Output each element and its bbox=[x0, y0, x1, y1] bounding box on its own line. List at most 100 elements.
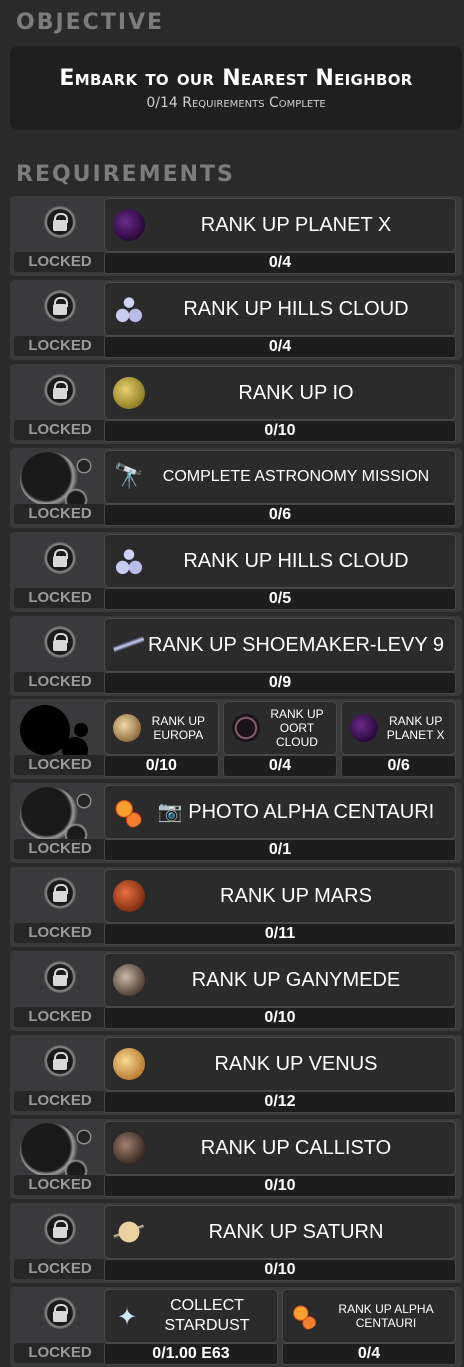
locked-indicator: LOCKED bbox=[14, 282, 106, 358]
requirement-card[interactable]: RANK UP SATURN 0/10 bbox=[104, 1204, 456, 1281]
requirement-row: LOCKED RANK UP MARS 0/11 bbox=[10, 867, 462, 948]
requirement-row: LOCKED RANK UP PLANET X 0/4 bbox=[10, 196, 462, 276]
requirement-card-body[interactable]: RANK UP MARS bbox=[104, 869, 456, 924]
requirement-card[interactable]: RANK UP SHOEMAKER-LEVY 9 0/9 bbox=[104, 617, 456, 694]
requirement-card-body[interactable]: RANK UP EUROPA bbox=[104, 701, 219, 756]
requirement-card-body[interactable]: RANK UP OORT CLOUD bbox=[222, 701, 338, 756]
requirement-label: RANK UP HILLS CLOUD bbox=[183, 549, 409, 572]
lock-icon bbox=[44, 1045, 76, 1077]
venus-icon bbox=[113, 1048, 145, 1080]
requirement-progress: 0/6 bbox=[341, 755, 456, 778]
objective-panel: Embark to our Nearest Neighbor 0/14 Requ… bbox=[10, 46, 462, 130]
requirement-row: LOCKED RANK UP CALLISTO 0/10 bbox=[10, 1118, 462, 1199]
io-icon bbox=[113, 376, 145, 409]
comet-icon bbox=[113, 628, 145, 661]
lock-icon bbox=[44, 206, 76, 238]
locked-indicator: LOCKED bbox=[14, 1205, 106, 1281]
requirement-progress: 0/1.00 E63 bbox=[104, 1342, 278, 1365]
requirement-card-body[interactable]: RANK UP PLANET X bbox=[341, 701, 456, 756]
locked-label: LOCKED bbox=[14, 1007, 106, 1028]
ganymede-icon bbox=[113, 964, 145, 997]
requirement-progress: 0/10 bbox=[104, 1174, 456, 1197]
requirement-label: RANK UP CALLISTO bbox=[200, 1136, 392, 1159]
requirement-row: LOCKED RANK UP EUROPA 0/10 RANK UP OORT CLO… bbox=[10, 699, 462, 780]
objective-progress: 0/14 Requirements Complete bbox=[146, 95, 326, 111]
requirement-card-body[interactable]: RANK UP HILLS CLOUD bbox=[104, 533, 456, 588]
objective-title: Embark to our Nearest Neighbor bbox=[59, 66, 413, 91]
requirement-card-body[interactable]: RANK UP SHOEMAKER-LEVY 9 bbox=[104, 617, 456, 672]
requirement-progress: 0/1 bbox=[104, 839, 456, 862]
requirement-card-body[interactable]: 🔭 COMPLETE ASTRONOMY MISSION bbox=[104, 449, 456, 504]
locked-indicator: LOCKED bbox=[14, 450, 106, 526]
requirement-card[interactable]: RANK UP OORT CLOUD 0/4 bbox=[222, 701, 338, 778]
locked-label: LOCKED bbox=[14, 1342, 106, 1363]
requirement-card-body[interactable]: 📷 PHOTO ALPHA CENTAURI bbox=[104, 785, 456, 840]
locked-indicator: LOCKED bbox=[14, 869, 106, 945]
lock-icon bbox=[44, 1212, 76, 1245]
locked-indicator: LOCKED bbox=[14, 953, 106, 1029]
requirement-card[interactable]: 📷 PHOTO ALPHA CENTAURI 0/1 bbox=[104, 785, 456, 862]
requirement-card[interactable]: RANK UP GANYMEDE 0/10 bbox=[104, 953, 456, 1030]
stardust-icon: ✦ bbox=[116, 1303, 138, 1331]
locked-indicator: LOCKED bbox=[14, 785, 106, 861]
requirement-progress: 0/10 bbox=[104, 1258, 456, 1281]
callisto-icon bbox=[113, 1131, 145, 1164]
requirement-card[interactable]: RANK UP ALPHA CENTAURI 0/4 bbox=[282, 1288, 456, 1365]
requirement-card[interactable]: RANK UP VENUS 0/12 bbox=[104, 1037, 456, 1113]
locked-indicator: LOCKED bbox=[14, 198, 106, 274]
locked-label: LOCKED bbox=[14, 503, 106, 524]
requirement-label: COMPLETE ASTRONOMY MISSION bbox=[162, 467, 430, 485]
requirement-progress: 0/5 bbox=[104, 587, 456, 610]
locked-label: LOCKED bbox=[14, 335, 106, 356]
requirement-card-body[interactable]: RANK UP HILLS CLOUD bbox=[104, 281, 456, 336]
requirement-card-body[interactable]: RANK UP VENUS bbox=[104, 1037, 456, 1091]
requirement-progress: 0/4 bbox=[222, 755, 338, 778]
lock-icon bbox=[44, 877, 76, 910]
requirement-progress: 0/10 bbox=[104, 419, 456, 442]
requirement-label: RANK UP EUROPA bbox=[151, 714, 205, 743]
requirement-card[interactable]: RANK UP EUROPA 0/10 bbox=[104, 701, 219, 778]
requirement-card-body[interactable]: RANK UP SATURN bbox=[104, 1204, 456, 1259]
locked-label: LOCKED bbox=[14, 252, 106, 272]
requirement-progress: 0/4 bbox=[104, 252, 456, 274]
objective-header: OBJECTIVE bbox=[16, 10, 165, 35]
locked-indicator: LOCKED bbox=[14, 1037, 106, 1113]
requirement-card-body[interactable]: RANK UP ALPHA CENTAURI bbox=[282, 1288, 456, 1343]
requirement-progress: 0/10 bbox=[104, 1007, 456, 1030]
requirement-card[interactable]: RANK UP IO 0/10 bbox=[104, 365, 456, 442]
requirement-card[interactable]: RANK UP HILLS CLOUD 0/5 bbox=[104, 533, 456, 610]
requirement-card[interactable]: RANK UP HILLS CLOUD 0/4 bbox=[104, 281, 456, 358]
locked-indicator: LOCKED bbox=[14, 1289, 106, 1365]
requirement-card[interactable]: RANK UP CALLISTO 0/10 bbox=[104, 1120, 456, 1197]
locked-indicator: LOCKED bbox=[14, 1121, 106, 1197]
requirement-row: LOCKED 🔭 COMPLETE ASTRONOMY MISSION 0/6 bbox=[10, 447, 462, 528]
lock-icon bbox=[20, 1122, 92, 1183]
locked-label: LOCKED bbox=[14, 587, 106, 608]
requirement-card[interactable]: 🔭 COMPLETE ASTRONOMY MISSION 0/6 bbox=[104, 449, 456, 526]
requirement-progress: 0/12 bbox=[104, 1091, 456, 1113]
alpha-centauri-icon bbox=[113, 796, 145, 829]
requirement-card-body[interactable]: RANK UP IO bbox=[104, 365, 456, 420]
locked-indicator: LOCKED bbox=[14, 701, 106, 777]
lock-icon bbox=[20, 705, 88, 764]
requirements-header: REQUIREMENTS bbox=[16, 162, 235, 187]
requirement-card-body[interactable]: RANK UP PLANET X bbox=[104, 198, 456, 252]
locked-indicator: LOCKED bbox=[14, 366, 106, 442]
locked-indicator: LOCKED bbox=[14, 618, 106, 694]
requirement-row: LOCKED RANK UP IO 0/10 bbox=[10, 363, 462, 444]
requirement-card[interactable]: RANK UP PLANET X 0/6 bbox=[341, 701, 456, 778]
requirement-card[interactable]: RANK UP MARS 0/11 bbox=[104, 869, 456, 946]
locked-label: LOCKED bbox=[14, 1258, 106, 1279]
requirement-card[interactable]: RANK UP PLANET X 0/4 bbox=[104, 198, 456, 274]
requirement-card-body[interactable]: RANK UP GANYMEDE bbox=[104, 953, 456, 1008]
lock-icon bbox=[44, 625, 76, 658]
locked-label: LOCKED bbox=[14, 419, 106, 440]
locked-label: LOCKED bbox=[14, 755, 106, 776]
lock-icon bbox=[44, 373, 76, 406]
requirement-card-body[interactable]: ✦ COLLECT STARDUST bbox=[104, 1288, 278, 1343]
requirement-card-body[interactable]: RANK UP CALLISTO bbox=[104, 1120, 456, 1175]
telescope-icon: 🔭 bbox=[114, 462, 144, 490]
requirement-label: COLLECT STARDUST bbox=[164, 1296, 250, 1334]
requirement-progress: 0/9 bbox=[104, 671, 456, 694]
requirement-card[interactable]: ✦ COLLECT STARDUST 0/1.00 E63 bbox=[104, 1288, 278, 1365]
